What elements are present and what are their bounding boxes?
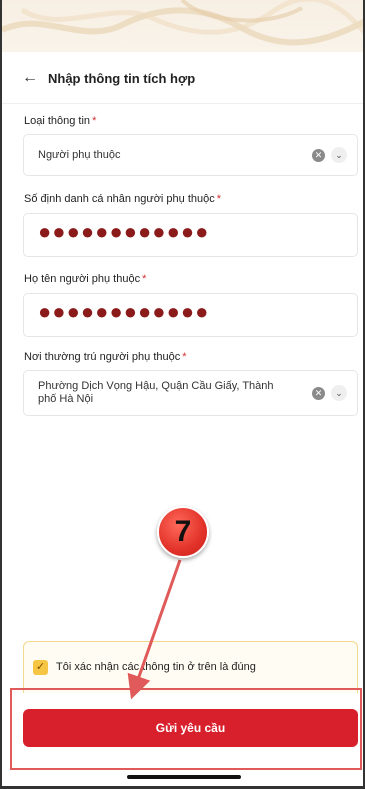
- annotation-arrow: [127, 559, 182, 700]
- step-number-badge: 7: [157, 506, 209, 558]
